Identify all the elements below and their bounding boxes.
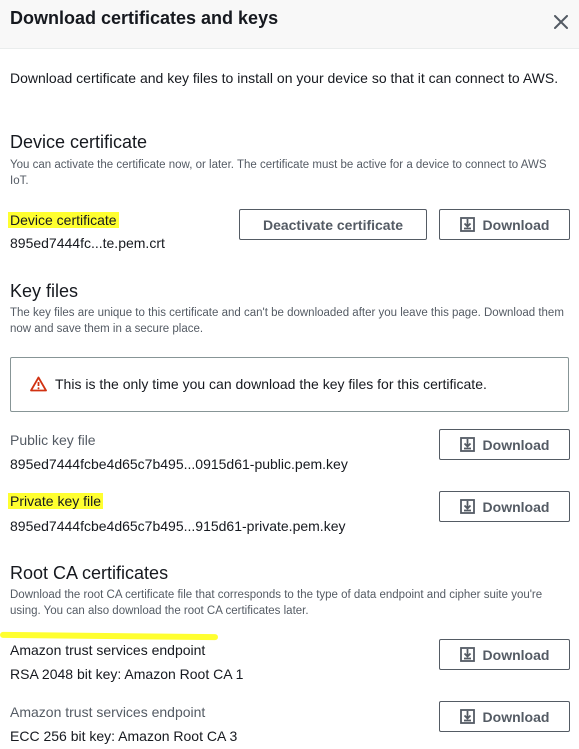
download-label: Download xyxy=(482,436,550,453)
root-ca-item-label: Amazon trust services endpoint xyxy=(10,704,206,720)
download-icon xyxy=(459,709,475,724)
download-icon xyxy=(459,437,475,452)
modal-title: Download certificates and keys xyxy=(10,8,279,28)
deactivate-certificate-label: Deactivate certificate xyxy=(262,216,404,233)
download-private-key-button[interactable]: Download xyxy=(439,491,570,522)
download-root-ca-1-button[interactable]: Download xyxy=(439,639,570,670)
download-icon xyxy=(459,499,475,514)
intro-text: Download certificate and key files to in… xyxy=(10,70,559,86)
key-files-heading: Key files xyxy=(10,281,79,301)
warning-icon xyxy=(30,376,47,392)
private-key-label: Private key file xyxy=(8,493,104,509)
root-ca-item-label: Amazon trust services endpoint xyxy=(10,642,206,658)
download-icon xyxy=(459,647,475,662)
close-button[interactable] xyxy=(548,9,574,35)
root-ca-heading: Root CA certificates xyxy=(10,563,169,583)
download-label: Download xyxy=(482,708,550,725)
public-key-filename: 895ed7444fcbe4d65c7b495...0915d61-public… xyxy=(10,456,348,472)
key-files-description: The key files are unique to this certifi… xyxy=(10,307,564,335)
download-label: Download xyxy=(482,216,550,233)
download-label: Download xyxy=(482,646,550,663)
device-certificate-filename: 895ed7444fc...te.pem.crt xyxy=(10,235,165,251)
device-certificate-label: Device certificate xyxy=(8,212,119,228)
download-icon xyxy=(459,217,475,232)
modal-header: Download certificates and keys xyxy=(0,0,579,49)
private-key-filename: 895ed7444fcbe4d65c7b495...915d61-private… xyxy=(10,518,346,534)
root-ca-description: Download the root CA certificate file th… xyxy=(10,589,543,617)
device-certificate-description: You can activate the certificate now, or… xyxy=(10,159,547,187)
root-ca-item-value: ECC 256 bit key: Amazon Root CA 3 xyxy=(10,728,238,744)
close-icon xyxy=(554,15,568,29)
highlighter-mark xyxy=(0,631,219,641)
download-public-key-button[interactable]: Download xyxy=(439,429,570,460)
root-ca-item-value: RSA 2048 bit key: Amazon Root CA 1 xyxy=(10,666,244,682)
private-key-label-text: Private key file xyxy=(8,493,104,509)
deactivate-certificate-button[interactable]: Deactivate certificate xyxy=(239,209,427,240)
public-key-label: Public key file xyxy=(10,432,96,448)
download-root-ca-3-button[interactable]: Download xyxy=(439,701,570,732)
download-label: Download xyxy=(482,498,550,515)
device-certificate-label-text: Device certificate xyxy=(8,212,119,228)
alert-message: This is the only time you can download t… xyxy=(55,376,487,392)
key-files-alert: This is the only time you can download t… xyxy=(10,357,569,412)
device-certificate-heading: Device certificate xyxy=(10,132,148,152)
download-device-certificate-button[interactable]: Download xyxy=(439,209,570,240)
